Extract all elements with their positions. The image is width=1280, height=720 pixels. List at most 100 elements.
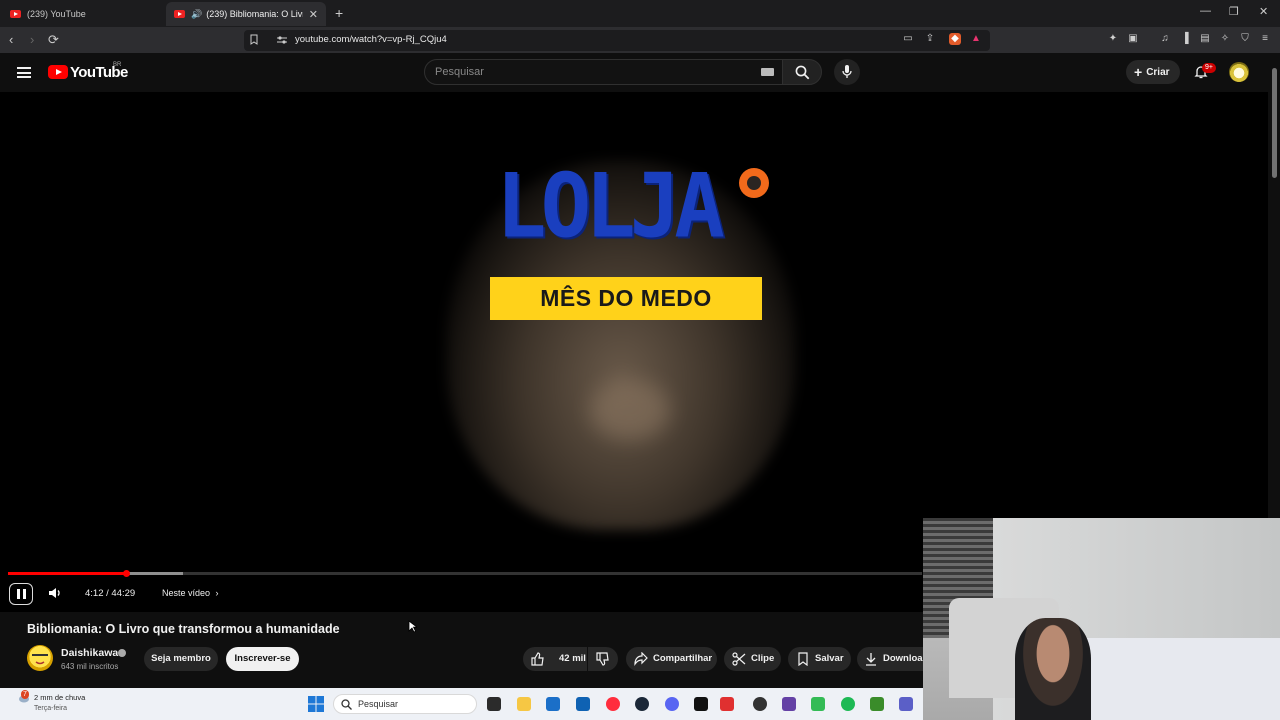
clip-label: Clipe [751, 653, 775, 664]
close-tab-icon[interactable]: ✕ [309, 8, 318, 21]
chapters-button[interactable]: Neste vídeo › [162, 588, 219, 598]
share-label: Compartilhar [653, 653, 713, 664]
teams-icon[interactable] [899, 697, 913, 711]
webcam-overlay [923, 518, 1280, 720]
search-button[interactable] [782, 59, 822, 85]
keyboard-icon[interactable] [761, 68, 774, 76]
subscriber-count: 643 mil inscritos [61, 662, 119, 671]
share-button[interactable]: Compartilhar [626, 647, 717, 671]
tab-title: (239) Bibliomania: O Livro qu... [206, 9, 303, 19]
back-icon[interactable]: ‹ [9, 32, 13, 47]
site-settings-icon[interactable] [276, 34, 288, 46]
new-tab-icon[interactable]: + [335, 5, 343, 21]
brave-rewards-icon[interactable]: ▲ [970, 33, 982, 45]
discord-icon[interactable] [665, 697, 679, 711]
app-icon[interactable] [811, 697, 825, 711]
outlook-icon[interactable] [576, 697, 590, 711]
file-explorer-icon[interactable] [517, 697, 531, 711]
tab-search-icon[interactable]: ▣ [1127, 33, 1139, 45]
dislike-button[interactable] [588, 647, 618, 671]
windows-start-icon[interactable] [308, 696, 324, 712]
search-input[interactable]: Pesquisar [424, 59, 783, 85]
minimize-icon[interactable]: — [1200, 5, 1211, 17]
minecraft-icon[interactable] [870, 697, 884, 711]
search-icon [795, 65, 810, 80]
thumbs-up-icon [531, 652, 544, 666]
youtube-favicon-icon [10, 10, 21, 18]
clip-button[interactable]: Clipe [724, 647, 781, 671]
text-app-icon[interactable] [720, 697, 734, 711]
like-count: 42 mil [559, 653, 586, 664]
time-display: 4:12 / 44:29 [85, 588, 136, 599]
cast-icon[interactable]: ▭ [902, 33, 914, 45]
bookmark-icon[interactable] [250, 34, 258, 45]
pause-button[interactable] [9, 583, 33, 605]
menu-icon[interactable]: ≡ [1259, 33, 1271, 45]
steam-icon[interactable] [635, 697, 649, 711]
obs-icon[interactable] [753, 697, 767, 711]
speaker-icon[interactable]: 🔊 [191, 9, 202, 20]
share-page-icon[interactable]: ⇪ [924, 33, 936, 45]
url-text: youtube.com/watch?v=vp-Rj_CQju4 [295, 34, 447, 45]
wallet-icon[interactable]: ▤ [1199, 33, 1211, 45]
weather-text[interactable]: 2 mm de chuva [34, 693, 85, 702]
tab-title: (239) YouTube [27, 9, 86, 19]
channel-name[interactable]: Daishikawa [61, 647, 118, 659]
scrollbar-thumb[interactable] [1272, 68, 1277, 178]
tab-bibliomania[interactable]: 🔊 (239) Bibliomania: O Livro qu... ✕ [166, 2, 326, 26]
restore-icon[interactable]: ❐ [1229, 5, 1239, 18]
task-view-icon[interactable] [487, 697, 501, 711]
pause-icon [17, 589, 20, 599]
mouse-cursor-icon [408, 620, 417, 633]
chevron-right-icon: › [215, 588, 219, 598]
progress-scrubber[interactable] [123, 570, 130, 577]
download-label: Download [883, 653, 923, 664]
channel-avatar-face-icon [32, 654, 48, 665]
extensions-icon[interactable]: ✦ [1107, 33, 1119, 45]
scissors-icon [732, 652, 746, 666]
opera-icon[interactable] [606, 697, 620, 711]
like-button[interactable]: 42 mil [523, 647, 587, 671]
avatar[interactable] [1229, 62, 1249, 82]
guide-menu-icon[interactable] [17, 67, 31, 78]
volume-icon[interactable] [48, 586, 62, 600]
close-window-icon[interactable]: ✕ [1259, 5, 1268, 18]
download-icon [866, 653, 876, 666]
screen: (239) YouTube 🔊 (239) Bibliomania: O Liv… [0, 0, 1280, 720]
pause-icon-bar [23, 589, 26, 599]
join-button[interactable]: Seja membro [144, 647, 218, 671]
weather-day: Terça-feira [34, 705, 68, 712]
youtube-logo-icon[interactable] [48, 65, 68, 79]
reload-icon[interactable]: ⟳ [48, 32, 59, 48]
channel-avatar[interactable] [27, 645, 53, 671]
download-button[interactable]: Download [857, 647, 923, 671]
taskbar-search[interactable]: Pesquisar [333, 694, 477, 714]
tiktok-icon[interactable] [694, 697, 708, 711]
leo-ai-icon[interactable]: ✧ [1219, 33, 1231, 45]
save-label: Salvar [815, 653, 844, 664]
voice-search-button[interactable] [834, 59, 860, 85]
tab-youtube-home[interactable]: (239) YouTube [2, 2, 164, 26]
spotify-icon[interactable] [841, 697, 855, 711]
video-frame-detail [590, 380, 670, 440]
share-icon [634, 652, 648, 666]
notification-badge: 9+ [1202, 63, 1216, 73]
taskbar-search-placeholder: Pesquisar [358, 699, 399, 709]
overlay-degree-mark [739, 168, 769, 198]
media-icon[interactable]: ♫ [1159, 33, 1171, 45]
subscribe-button[interactable]: Inscrever-se [226, 647, 299, 671]
verified-badge-icon [118, 649, 126, 657]
create-button[interactable]: + Criar [1126, 60, 1180, 84]
sidebar-icon[interactable]: ▐ [1179, 33, 1191, 45]
save-button[interactable]: Salvar [788, 647, 851, 671]
progress-played [8, 572, 126, 575]
forward-icon[interactable]: › [30, 32, 34, 47]
store-icon[interactable] [546, 697, 560, 711]
thumbs-down-icon [596, 652, 609, 666]
vpn-icon[interactable]: ⛉ [1239, 33, 1251, 45]
chapters-label: Neste vídeo [162, 588, 211, 598]
webcam-person [1015, 618, 1091, 720]
video-overlay-subtitle: MÊS DO MEDO [490, 277, 762, 320]
twitch-icon[interactable] [782, 697, 796, 711]
brave-shield-icon[interactable]: ◆ [949, 33, 961, 45]
